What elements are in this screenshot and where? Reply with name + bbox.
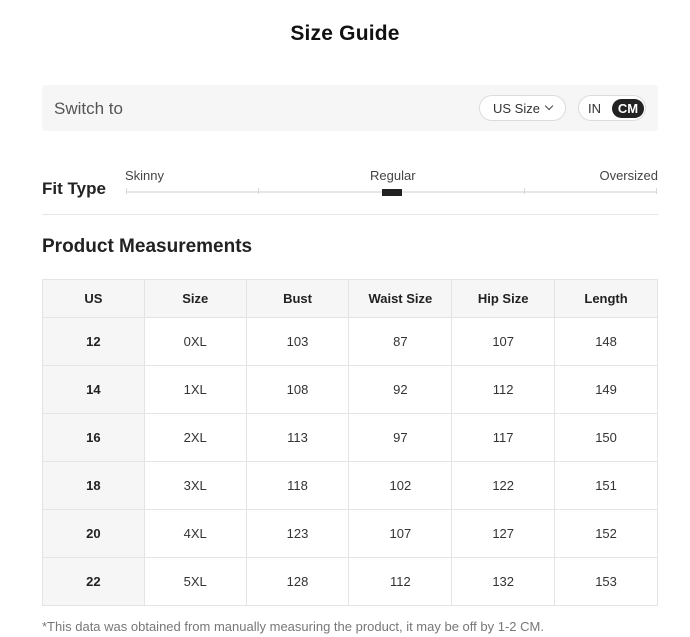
product-measurements-title: Product Measurements [42,236,253,257]
measurement-note: *This data was obtained from manually me… [42,619,544,634]
section-divider [42,214,658,215]
cell-hip: 122 [451,461,556,510]
column-header-size: Size [143,279,247,318]
unit-cm-option[interactable]: CM [612,99,644,118]
column-header-bust: Bust [245,279,350,318]
chevron-down-icon [544,101,554,111]
cell-us: 12 [42,317,145,366]
unit-switch-bar: Switch to US Size IN CM [42,85,658,131]
column-header-waist: Waist Size [348,279,453,318]
cell-length: 148 [554,317,658,366]
table-row: 12 0XL 103 87 107 148 [42,317,658,366]
table-row: 16 2XL 113 97 117 150 [42,413,658,462]
fit-selected-marker [382,189,402,196]
measurements-table: US Size Bust Waist Size Hip Size Length … [42,279,658,606]
table-row: 14 1XL 108 92 112 149 [42,365,658,414]
fit-type-label: Fit Type [42,179,106,198]
cell-size: 5XL [143,557,247,606]
table-row: 20 4XL 123 107 127 152 [42,509,658,558]
cell-bust: 103 [245,317,350,366]
size-system-dropdown[interactable]: US Size [479,95,566,121]
column-header-hip: Hip Size [451,279,556,318]
cell-length: 151 [554,461,658,510]
fit-scale-tick [258,188,259,194]
cell-size: 4XL [143,509,247,558]
cell-waist: 107 [348,509,453,558]
cell-us: 18 [42,461,145,510]
cell-bust: 113 [245,413,350,462]
cell-bust: 123 [245,509,350,558]
fit-option-regular[interactable]: Regular [370,168,416,183]
cell-length: 152 [554,509,658,558]
cell-waist: 112 [348,557,453,606]
cell-us: 16 [42,413,145,462]
fit-scale-tick [656,188,657,194]
size-system-value: US Size [493,100,540,116]
cell-us: 20 [42,509,145,558]
column-header-us: US [42,279,145,318]
cell-hip: 117 [451,413,556,462]
fit-option-oversized[interactable]: Oversized [599,168,658,183]
fit-scale-tick [524,188,525,194]
table-row: 18 3XL 118 102 122 151 [42,461,658,510]
switch-to-label: Switch to [54,99,123,118]
cell-length: 150 [554,413,658,462]
cell-hip: 112 [451,365,556,414]
column-header-length: Length [554,279,658,318]
cell-bust: 128 [245,557,350,606]
cell-length: 149 [554,365,658,414]
cell-waist: 87 [348,317,453,366]
fit-option-skinny[interactable]: Skinny [125,168,164,183]
cell-hip: 132 [451,557,556,606]
unit-in-option[interactable]: IN [588,101,601,116]
cell-hip: 107 [451,317,556,366]
unit-toggle: IN CM [578,95,646,121]
cell-us: 14 [42,365,145,414]
cell-waist: 102 [348,461,453,510]
cell-bust: 118 [245,461,350,510]
cell-length: 153 [554,557,658,606]
table-row: 22 5XL 128 112 132 153 [42,557,658,606]
cell-bust: 108 [245,365,350,414]
cell-size: 2XL [143,413,247,462]
page-title: Size Guide [290,22,400,45]
cell-us: 22 [42,557,145,606]
cell-size: 3XL [143,461,247,510]
cell-waist: 92 [348,365,453,414]
cell-hip: 127 [451,509,556,558]
cell-size: 0XL [143,317,247,366]
fit-scale-tick [126,188,127,194]
table-header-row: US Size Bust Waist Size Hip Size Length [42,279,658,318]
cell-waist: 97 [348,413,453,462]
cell-size: 1XL [143,365,247,414]
